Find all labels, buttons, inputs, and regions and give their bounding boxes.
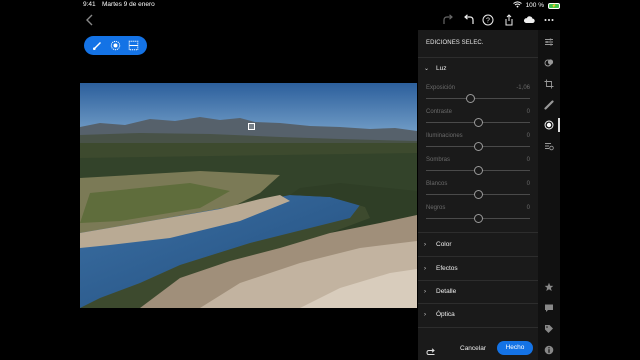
- healing-icon[interactable]: [543, 99, 555, 111]
- top-toolbar: ?: [0, 10, 640, 30]
- divider: [418, 303, 538, 304]
- brush-icon[interactable]: [91, 39, 104, 52]
- share-icon[interactable]: [501, 12, 517, 28]
- section-color-label: Color: [436, 241, 452, 248]
- status-bar: 9:41 Martes 9 de enero 100 % ⚡: [0, 0, 640, 10]
- panel-title: EDICIONES SELEC.: [426, 40, 484, 46]
- redo-icon[interactable]: [440, 12, 456, 28]
- mask-tools: [84, 36, 147, 55]
- done-button[interactable]: Hecho: [497, 341, 533, 355]
- cancel-button[interactable]: Cancelar: [456, 342, 490, 355]
- slider-shadows[interactable]: Sombras 0: [426, 157, 530, 179]
- linear-gradient-icon[interactable]: [127, 39, 140, 52]
- back-chevron-icon[interactable]: [82, 12, 98, 28]
- crop-icon[interactable]: [543, 78, 555, 90]
- section-light[interactable]: ⌄ Luz: [424, 65, 446, 72]
- star-icon[interactable]: [543, 281, 555, 293]
- slider-label: Exposición: [426, 85, 456, 91]
- slider-knob[interactable]: [473, 214, 483, 223]
- slider-value: 0: [526, 157, 530, 163]
- chevron-right-icon: ›: [424, 288, 426, 295]
- versions-icon[interactable]: [543, 140, 555, 152]
- reset-icon[interactable]: [426, 344, 436, 355]
- comment-icon[interactable]: [543, 302, 555, 314]
- section-effects-label: Efectos: [436, 265, 458, 272]
- divider: [418, 57, 538, 58]
- mask-pin[interactable]: [248, 123, 255, 130]
- section-optics-label: Óptica: [436, 311, 455, 318]
- divider: [418, 327, 538, 328]
- status-date: Martes 9 de enero: [102, 1, 155, 8]
- slider-exposure[interactable]: Exposición -1,06: [426, 85, 530, 107]
- landscape-photo: [80, 83, 417, 308]
- slider-label: Contraste: [426, 109, 453, 115]
- section-color[interactable]: › Color: [424, 241, 452, 248]
- slider-value: 0: [526, 133, 530, 139]
- slider-knob[interactable]: [466, 94, 476, 103]
- slider-value: -1,06: [516, 85, 530, 91]
- presets-icon[interactable]: [543, 57, 555, 69]
- slider-knob[interactable]: [473, 190, 483, 199]
- tool-rail: [538, 30, 560, 360]
- sliders-icon[interactable]: [543, 36, 555, 48]
- slider-label: Sombras: [426, 157, 451, 163]
- bottom-bar: Cancelar Hecho: [418, 336, 538, 360]
- active-indicator: [558, 118, 560, 132]
- status-right: 100 % ⚡: [512, 1, 560, 10]
- section-detail[interactable]: › Detalle: [424, 288, 456, 295]
- slider-highlights[interactable]: Iluminaciones 0: [426, 133, 530, 155]
- slider-contrast[interactable]: Contraste 0: [426, 109, 530, 131]
- edit-panel: EDICIONES SELEC. ⌄ Luz Exposición -1,06 …: [418, 30, 538, 360]
- help-icon[interactable]: ?: [480, 12, 496, 28]
- masking-icon[interactable]: [543, 119, 555, 131]
- slider-value: 0: [526, 181, 530, 187]
- chevron-right-icon: ›: [424, 265, 426, 272]
- section-light-label: Luz: [436, 65, 447, 72]
- cloud-sync-icon[interactable]: [521, 12, 537, 28]
- chevron-right-icon: ›: [424, 241, 426, 248]
- section-optics[interactable]: › Óptica: [424, 311, 455, 318]
- svg-text:?: ?: [486, 18, 490, 25]
- slider-knob[interactable]: [473, 166, 483, 175]
- tag-icon[interactable]: [543, 323, 555, 335]
- divider: [418, 280, 538, 281]
- radial-gradient-icon[interactable]: [109, 39, 122, 52]
- slider-knob[interactable]: [473, 118, 483, 127]
- battery-icon: ⚡: [548, 2, 560, 9]
- slider-blacks[interactable]: Negros 0: [426, 205, 530, 227]
- divider: [418, 232, 538, 233]
- section-detail-label: Detalle: [436, 288, 457, 295]
- more-icon[interactable]: [541, 12, 557, 28]
- undo-icon[interactable]: [461, 12, 477, 28]
- slider-value: 0: [526, 205, 530, 211]
- divider: [418, 256, 538, 257]
- slider-whites[interactable]: Blancos 0: [426, 181, 530, 203]
- status-time: 9:41: [83, 1, 96, 8]
- slider-value: 0: [526, 109, 530, 115]
- photo-canvas[interactable]: [0, 30, 418, 360]
- chevron-right-icon: ›: [424, 311, 426, 318]
- wifi-icon: [512, 1, 522, 10]
- slider-track: [426, 98, 530, 99]
- battery-percent: 100 %: [525, 2, 544, 9]
- slider-label: Iluminaciones: [426, 133, 463, 139]
- info-icon[interactable]: [543, 344, 555, 356]
- section-effects[interactable]: › Efectos: [424, 265, 458, 272]
- slider-label: Blancos: [426, 181, 448, 187]
- slider-knob[interactable]: [473, 142, 483, 151]
- chevron-down-icon: ⌄: [424, 66, 430, 72]
- slider-label: Negros: [426, 205, 446, 211]
